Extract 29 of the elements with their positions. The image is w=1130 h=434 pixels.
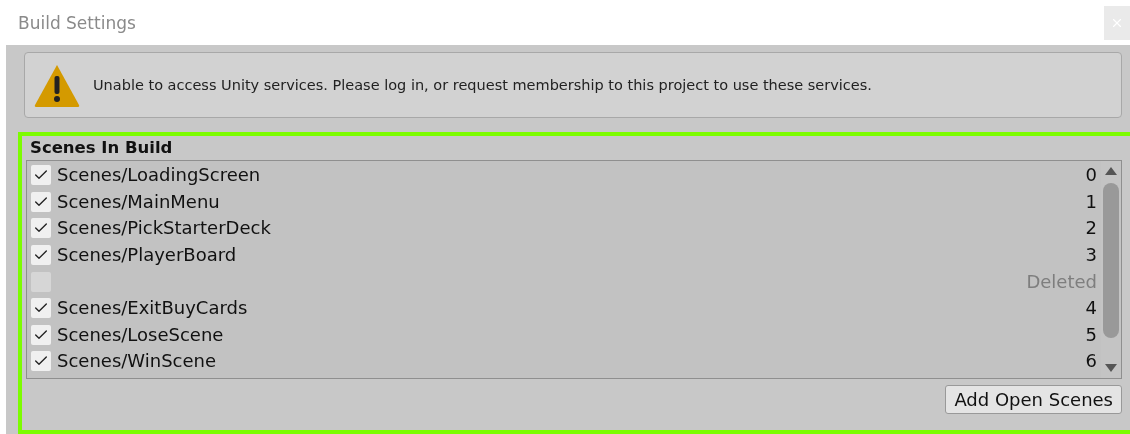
warning-message: Unable to access Unity services. Please log in, or request membership to this project to use these services. bbox=[93, 77, 872, 93]
scroll-down-icon bbox=[1105, 364, 1117, 372]
scene-name[interactable]: Scenes/LoadingScreen bbox=[57, 164, 1080, 187]
scene-index: 6 bbox=[1085, 350, 1097, 373]
checkbox[interactable] bbox=[31, 351, 51, 372]
scene-index: 5 bbox=[1085, 323, 1097, 346]
scene-name[interactable]: Scenes/ExitBuyCards bbox=[57, 297, 1080, 320]
scene-name[interactable]: Scenes/PlayerBoard bbox=[57, 244, 1080, 267]
scene-index: 3 bbox=[1085, 244, 1097, 267]
scene-name[interactable]: Scenes/WinScene bbox=[57, 350, 1080, 373]
scene-index: 0 bbox=[1085, 164, 1097, 187]
scene-index: 1 bbox=[1085, 190, 1097, 213]
scroll-up-icon bbox=[1105, 167, 1117, 175]
checkbox[interactable] bbox=[31, 218, 51, 239]
checkbox[interactable] bbox=[31, 245, 51, 266]
scene-index: 2 bbox=[1085, 217, 1097, 240]
window-title: Build Settings bbox=[18, 12, 136, 33]
scene-index: 4 bbox=[1085, 297, 1097, 320]
scene-name[interactable]: Scenes/LoseScene bbox=[57, 323, 1080, 346]
scene-index: Deleted bbox=[1026, 270, 1097, 293]
scroll-thumb[interactable] bbox=[1103, 183, 1119, 338]
checkbox[interactable] bbox=[31, 165, 51, 186]
scene-name[interactable]: Scenes/PickStarterDeck bbox=[57, 217, 1080, 240]
add-open-scenes-button[interactable]: Add Open Scenes bbox=[945, 385, 1122, 414]
section-title: Scenes In Build bbox=[29, 137, 174, 159]
checkbox[interactable] bbox=[31, 324, 51, 345]
scene-name[interactable]: Scenes/MainMenu bbox=[57, 190, 1080, 213]
checkbox[interactable] bbox=[31, 191, 51, 212]
checkbox[interactable] bbox=[31, 298, 51, 319]
